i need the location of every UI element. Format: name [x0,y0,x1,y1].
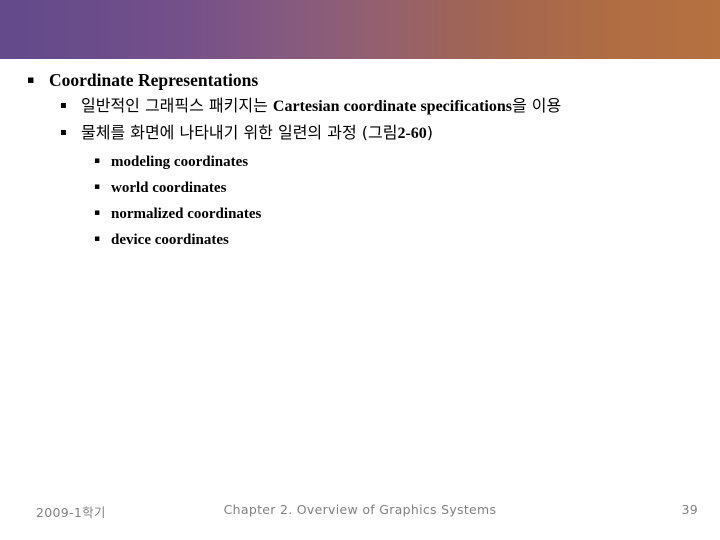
bullet-item-level1: ▪ Coordinate Representations [0,69,720,91]
slide-header-gradient-band [0,0,720,59]
bullet-level2-english-term: Cartesian coordinate specifications [272,98,512,115]
bullet-item-level3-modeling-coordinates: ▪ modeling coordinates [0,151,720,173]
bullet-item-level3-device-coordinates: ▪ device coordinates [0,229,720,251]
bullet-level2-korean-lead: 일반적인 그래픽스 패키지는 [81,96,273,115]
square-bullet-icon: ▪ [60,100,67,111]
bullet-level2-korean-lead: 물체를 화면에 나타내기 위한 일련의 과정 (그림 [81,123,398,142]
bullet-level3-label: world coordinates [111,180,227,196]
presentation-slide: ▪ Coordinate Representations ▪ 일반적인 그래픽스… [0,0,720,540]
bullet-level2-line: 일반적인 그래픽스 패키지는 Cartesian coordinate spec… [81,95,561,118]
square-bullet-icon: ▪ [94,156,101,166]
bullet-level2-korean-tail: 을 이용 [511,96,562,115]
slide-content-body: ▪ Coordinate Representations ▪ 일반적인 그래픽스… [0,59,720,251]
square-bullet-icon: ▪ [94,234,101,244]
square-bullet-icon: ▪ [94,182,101,192]
square-bullet-icon: ▪ [27,73,35,86]
bullet-level2-figure-reference: 2-60 [397,125,427,142]
footer-chapter-title: Chapter 2. Overview of Graphics Systems [223,502,497,517]
square-bullet-icon: ▪ [94,208,101,218]
bullet-item-level2-cartesian: ▪ 일반적인 그래픽스 패키지는 Cartesian coordinate sp… [0,95,720,118]
bullet-level3-label: modeling coordinates [111,154,249,170]
bullet-level2-korean-tail: ) [426,123,434,142]
bullet-item-level3-normalized-coordinates: ▪ normalized coordinates [0,203,720,225]
bullet-item-level3-world-coordinates: ▪ world coordinates [0,177,720,199]
bullet-level1-label: Coordinate Representations [49,70,259,90]
bullet-level3-label: normalized coordinates [111,206,262,222]
bullet-level3-label: device coordinates [111,232,229,248]
square-bullet-icon: ▪ [60,127,67,138]
footer-page-number: 39 [681,502,698,517]
bullet-level2-line: 물체를 화면에 나타내기 위한 일련의 과정 (그림2-60) [81,122,433,145]
bullet-item-level2-process: ▪ 물체를 화면에 나타내기 위한 일련의 과정 (그림2-60) [0,122,720,145]
slide-footer: 2009-1학기 Chapter 2. Overview of Graphics… [0,494,720,540]
